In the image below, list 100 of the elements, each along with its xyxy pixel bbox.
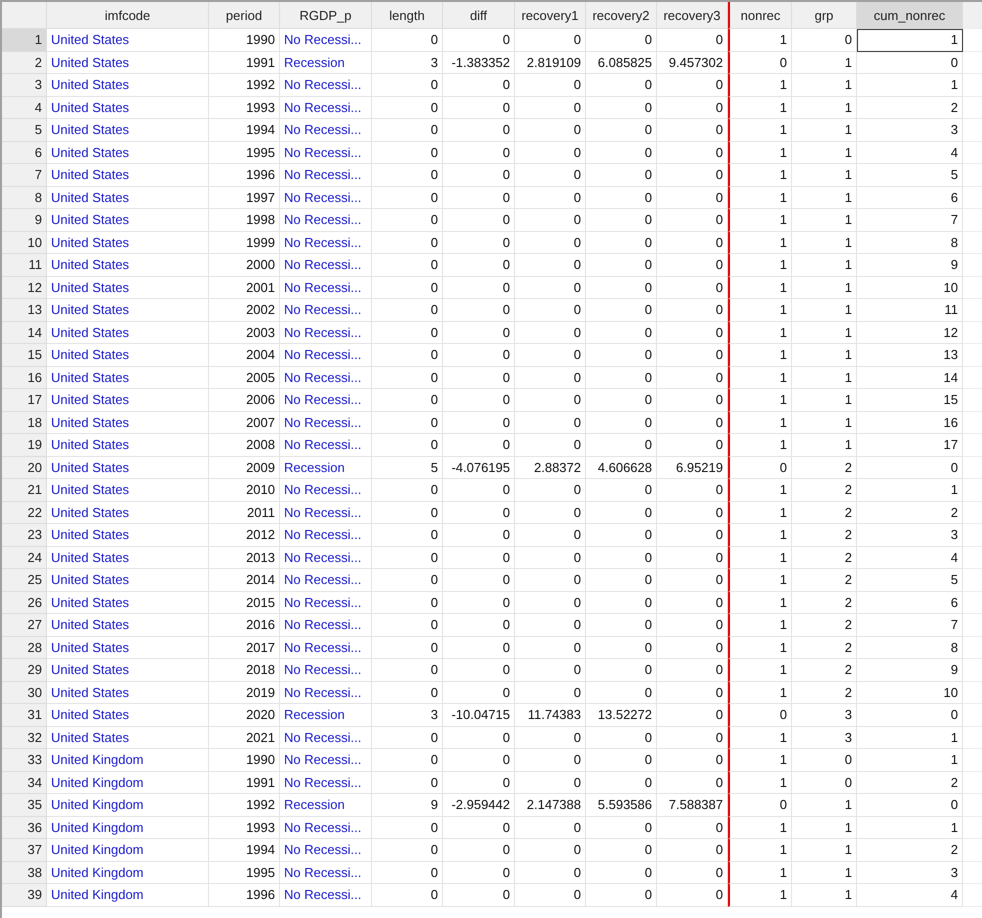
table-cell[interactable]: 3 [372, 704, 443, 726]
table-cell[interactable]: United States [47, 659, 209, 682]
table-cell[interactable]: 2 [792, 502, 857, 524]
table-cell[interactable]: 1 [728, 569, 792, 592]
table-cell[interactable]: 1 [728, 276, 792, 299]
table-cell[interactable]: 2004 [209, 344, 280, 366]
table-cell[interactable]: 1 [728, 479, 792, 502]
table-cell[interactable]: 0 [728, 704, 792, 726]
table-cell[interactable]: 0 [586, 412, 657, 434]
table-cell[interactable]: No Recessi... [280, 74, 372, 96]
table-cell[interactable]: 0 [657, 366, 728, 389]
table-cell[interactable]: 0 [515, 74, 586, 96]
table-cell[interactable]: United States [47, 232, 209, 254]
table-cell[interactable]: United Kingdom [47, 816, 209, 839]
table-cell[interactable]: -4.076195 [443, 456, 515, 479]
table-cell[interactable]: 0 [515, 142, 586, 164]
table-cell[interactable]: 1 [728, 614, 792, 636]
row-header[interactable]: 1 [2, 29, 47, 52]
table-cell[interactable]: 1 [728, 142, 792, 164]
table-cell[interactable]: No Recessi... [280, 884, 372, 906]
row-header[interactable]: 15 [2, 344, 47, 366]
column-header[interactable]: period [209, 2, 280, 29]
table-cell[interactable]: 0 [443, 636, 515, 659]
table-cell[interactable]: 2 [792, 479, 857, 502]
row-header[interactable]: 22 [2, 502, 47, 524]
table-cell[interactable]: 0 [657, 322, 728, 344]
table-cell[interactable]: No Recessi... [280, 524, 372, 546]
table-cell[interactable]: 1991 [209, 52, 280, 74]
table-cell[interactable]: 0 [586, 389, 657, 412]
table-cell[interactable]: 0 [372, 209, 443, 232]
table-cell[interactable]: 2.88372 [515, 456, 586, 479]
table-cell[interactable]: No Recessi... [280, 142, 372, 164]
table-cell[interactable]: 1999 [209, 232, 280, 254]
table-cell[interactable]: 2 [792, 636, 857, 659]
table-cell[interactable]: 0 [515, 524, 586, 546]
table-cell[interactable]: 0 [657, 839, 728, 862]
table-cell[interactable]: 0 [657, 636, 728, 659]
table-cell[interactable]: 0 [586, 749, 657, 772]
table-cell[interactable]: 0 [586, 862, 657, 884]
table-cell[interactable]: United Kingdom [47, 839, 209, 862]
table-cell[interactable]: 2003 [209, 322, 280, 344]
row-header[interactable]: 36 [2, 816, 47, 839]
table-cell[interactable]: 0 [515, 816, 586, 839]
table-cell[interactable]: No Recessi... [280, 726, 372, 749]
table-cell[interactable]: No Recessi... [280, 299, 372, 322]
table-cell[interactable]: 0 [443, 254, 515, 276]
table-cell[interactable]: 1 [792, 322, 857, 344]
table-cell[interactable]: 0 [372, 164, 443, 186]
table-cell[interactable]: 0 [586, 816, 657, 839]
table-cell[interactable]: 0 [372, 322, 443, 344]
table-cell[interactable]: 1994 [209, 839, 280, 862]
column-header[interactable]: recovery3 [657, 2, 728, 29]
table-cell[interactable]: 1 [792, 74, 857, 96]
table-cell[interactable]: 1990 [209, 749, 280, 772]
table-cell[interactable]: -1.383352 [443, 52, 515, 74]
table-cell[interactable]: 1 [792, 412, 857, 434]
table-cell[interactable]: 0 [372, 74, 443, 96]
table-cell[interactable]: 0 [586, 479, 657, 502]
table-cell[interactable]: 4.606628 [586, 456, 657, 479]
table-cell[interactable]: United States [47, 592, 209, 614]
table-cell[interactable]: 2006 [209, 389, 280, 412]
table-cell[interactable]: No Recessi... [280, 772, 372, 794]
table-cell[interactable]: 0 [515, 119, 586, 142]
table-cell[interactable]: 0 [443, 546, 515, 569]
table-cell[interactable]: United States [47, 524, 209, 546]
table-cell[interactable]: 0 [515, 614, 586, 636]
row-header[interactable]: 2 [2, 52, 47, 74]
column-header[interactable]: recovery2 [586, 2, 657, 29]
table-cell[interactable]: No Recessi... [280, 839, 372, 862]
row-header[interactable]: 35 [2, 794, 47, 816]
table-cell[interactable]: 0 [515, 592, 586, 614]
table-cell[interactable]: 0 [372, 119, 443, 142]
table-cell[interactable]: 2000 [209, 254, 280, 276]
table-cell[interactable]: 0 [657, 344, 728, 366]
table-cell[interactable]: No Recessi... [280, 434, 372, 456]
table-cell[interactable]: 1996 [209, 884, 280, 906]
table-cell[interactable]: No Recessi... [280, 96, 372, 119]
table-cell[interactable]: 2019 [209, 682, 280, 704]
table-cell[interactable]: 0 [657, 749, 728, 772]
table-cell[interactable]: 0 [657, 682, 728, 704]
table-cell[interactable]: 1 [728, 682, 792, 704]
row-header[interactable]: 11 [2, 254, 47, 276]
table-cell[interactable]: 0 [372, 389, 443, 412]
table-cell[interactable]: 3 [792, 704, 857, 726]
table-cell[interactable]: 0 [443, 614, 515, 636]
table-cell[interactable]: 0 [372, 96, 443, 119]
table-cell[interactable]: 1 [728, 209, 792, 232]
table-cell[interactable]: 0 [443, 119, 515, 142]
table-cell[interactable]: 1 [792, 164, 857, 186]
table-cell[interactable]: 0 [657, 614, 728, 636]
table-cell[interactable]: United States [47, 704, 209, 726]
table-cell[interactable]: -2.959442 [443, 794, 515, 816]
table-cell[interactable]: United States [47, 322, 209, 344]
table-cell[interactable]: 1 [728, 524, 792, 546]
row-header[interactable]: 37 [2, 839, 47, 862]
table-cell[interactable]: 0 [443, 839, 515, 862]
table-cell[interactable]: 0 [372, 816, 443, 839]
table-cell[interactable]: 0 [372, 592, 443, 614]
table-cell[interactable]: No Recessi... [280, 119, 372, 142]
table-cell[interactable]: 0 [657, 276, 728, 299]
